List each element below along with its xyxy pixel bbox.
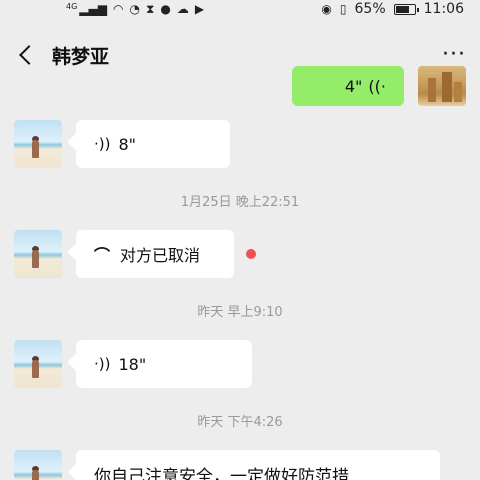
- self-avatar[interactable]: [418, 66, 466, 106]
- more-options-button[interactable]: ···: [426, 44, 466, 66]
- message-timestamp: 1月25日 晚上22:51: [180, 195, 300, 210]
- text-message-bubble[interactable]: 你自己注意安全，一定做好防范措: [76, 450, 440, 480]
- avatar-person: [32, 250, 39, 268]
- avatar-person: [32, 140, 39, 158]
- signal-icon: 4G ▂▄▆: [66, 2, 107, 16]
- app-notification-icon: ◔: [129, 2, 140, 16]
- battery-percent: 65%: [354, 1, 386, 17]
- contact-avatar[interactable]: [14, 450, 62, 480]
- network-label: 4G: [66, 2, 78, 11]
- avatar-person: [32, 470, 39, 480]
- play-icon: ▶: [194, 2, 205, 16]
- message-timestamp: 昨天 下午4:26: [197, 415, 283, 430]
- contact-avatar[interactable]: [14, 120, 62, 168]
- status-bar: 4G ▂▄▆ ◠ ◔ ⧗ ● ☁ ▶ ◉ ▯ 65% 11:06: [0, 0, 480, 18]
- unread-dot: [246, 249, 256, 259]
- contact-avatar[interactable]: [14, 340, 62, 388]
- hourglass-icon: ⧗: [145, 2, 155, 16]
- eye-icon: ◉: [321, 2, 332, 16]
- status-time: 11:06: [423, 1, 464, 17]
- battery-fill: [395, 5, 409, 13]
- message-text: 你自己注意安全，一定做好防范措: [94, 466, 349, 480]
- avatar-building: [442, 72, 452, 102]
- call-status-text: 对方已取消: [120, 246, 201, 265]
- voice-duration: 4": [344, 76, 363, 96]
- avatar-building: [454, 82, 462, 102]
- voice-duration: 8": [118, 134, 137, 154]
- location-icon: ●: [160, 2, 171, 16]
- call-cancelled-bubble[interactable]: ⌒ 对方已取消: [76, 230, 234, 278]
- avatar-building: [428, 78, 436, 102]
- message-row: ·)) 18": [14, 340, 252, 388]
- contact-avatar[interactable]: [14, 230, 62, 278]
- status-left-icons: 4G ▂▄▆ ◠ ◔ ⧗ ● ☁ ▶: [66, 2, 205, 16]
- message-row: ·)) 8": [14, 120, 230, 168]
- voice-message-bubble[interactable]: ·)) 8": [76, 120, 230, 168]
- chevron-left-icon: [19, 45, 39, 65]
- back-button[interactable]: [14, 35, 39, 75]
- voice-wave-icon: ·)): [94, 355, 111, 373]
- battery-icon: [393, 3, 419, 15]
- message-row: 你自己注意安全，一定做好防范措: [14, 450, 440, 480]
- chat-title: 韩梦亚: [52, 45, 110, 68]
- cloud-icon: ☁: [176, 2, 189, 16]
- voice-wave-icon: ((·: [368, 76, 386, 96]
- phone-hangup-icon: ⌒: [94, 246, 111, 265]
- chat-header: 韩梦亚 ···: [0, 28, 480, 82]
- voice-message-bubble[interactable]: ·)) 18": [76, 340, 252, 388]
- message-row: ⌒ 对方已取消: [14, 230, 256, 278]
- vibrate-icon: ▯: [339, 2, 347, 16]
- voice-wave-icon: ·)): [94, 135, 111, 153]
- wifi-icon: ◠: [112, 2, 124, 16]
- message-timestamp: 昨天 早上9:10: [197, 305, 283, 320]
- voice-duration: 18": [118, 354, 147, 374]
- avatar-person: [32, 360, 39, 378]
- outgoing-voice-bubble[interactable]: 4" ((·: [292, 66, 404, 106]
- status-right: ◉ ▯ 65% 11:06: [321, 1, 464, 17]
